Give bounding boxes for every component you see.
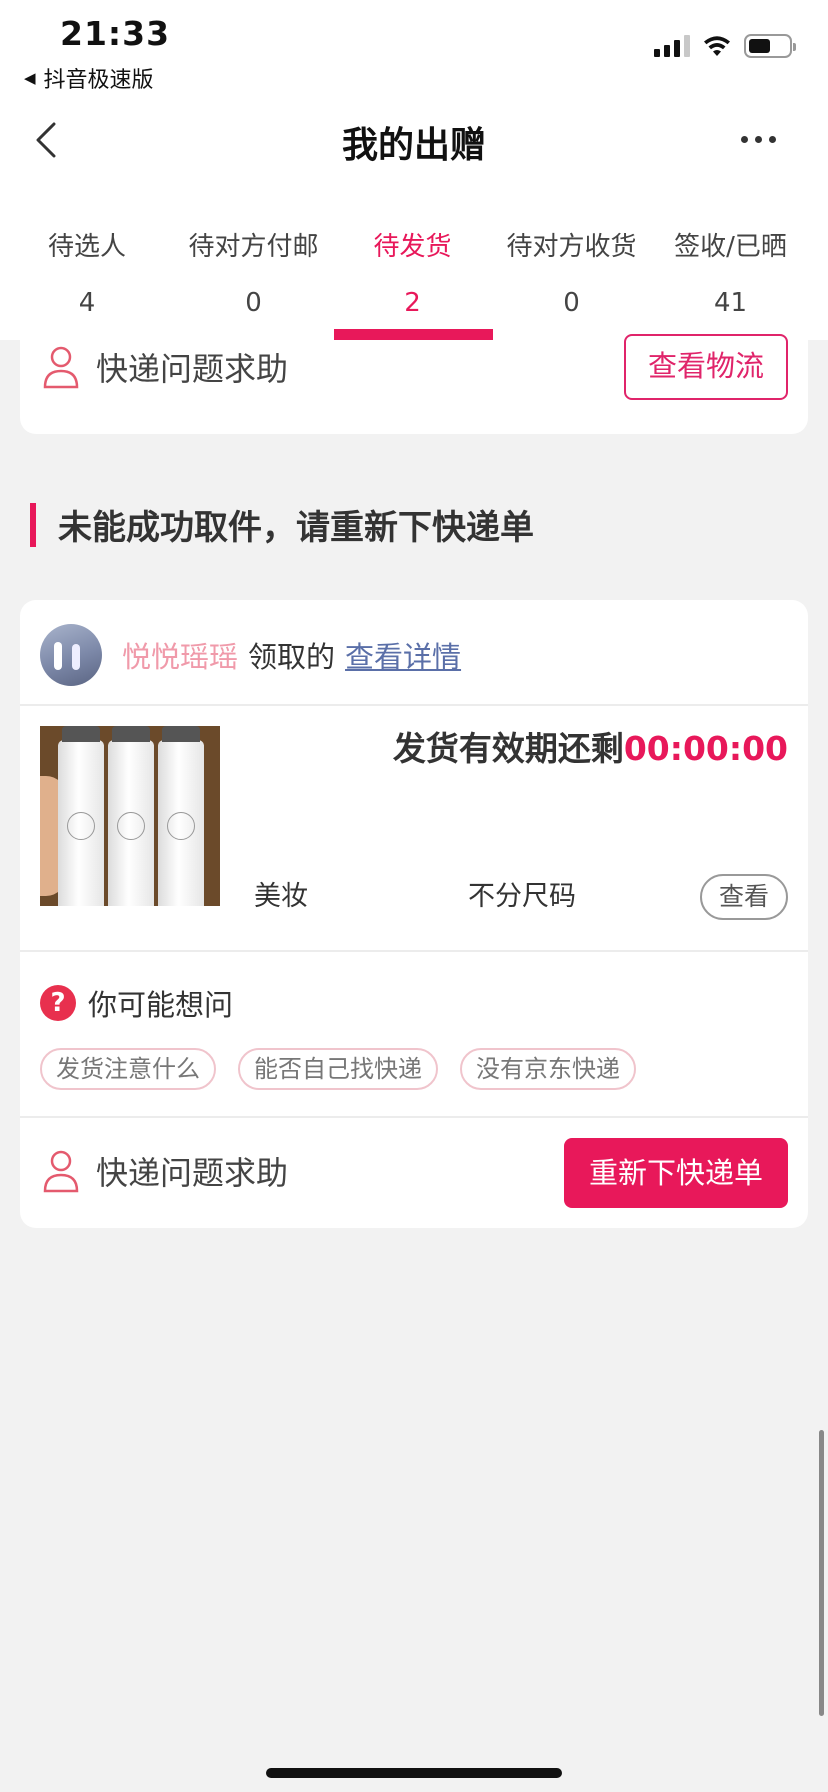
delivery-help-label: 快递问题求助: [96, 1154, 289, 1192]
faq-chips: 发货注意什么 能否自己找快递 没有京东快递: [40, 1048, 636, 1090]
person-icon: [43, 346, 79, 389]
bottle-shape: [58, 726, 104, 906]
tab-label: 待对方付邮: [188, 232, 319, 262]
ship-deadline-label: 发货有效期还剩: [392, 729, 624, 768]
wifi-icon: [704, 36, 730, 56]
tab-label: 待对方收货: [506, 232, 637, 262]
bottle-shape: [108, 726, 154, 906]
tab-pending-shipment[interactable]: 待发货 2: [333, 182, 492, 340]
back-to-app-link[interactable]: ◀ 抖音极速版: [24, 62, 154, 94]
ship-deadline: 发货有效期还剩00:00:00: [393, 722, 788, 770]
divider: [20, 950, 808, 952]
home-indicator[interactable]: [266, 1768, 562, 1778]
reorder-courier-button[interactable]: 重新下快递单: [564, 1138, 788, 1208]
countdown: 00:00:00: [623, 729, 788, 768]
tab-pending-receipt[interactable]: 待对方收货 0: [492, 182, 651, 340]
more-options-icon[interactable]: [741, 136, 776, 143]
receiver-name[interactable]: 悦悦瑶瑶: [122, 634, 238, 676]
nav-bar: 我的出赠: [0, 100, 828, 182]
page-title: 我的出赠: [341, 125, 486, 166]
receiver-row: 悦悦瑶瑶 领取的 查看详情: [40, 624, 461, 686]
tab-label: 待发货: [373, 232, 452, 262]
back-app-label: 抖音极速版: [43, 68, 154, 93]
order-card: 悦悦瑶瑶 领取的 查看详情 发货有效期还剩00:00:00 美妆 不分尺码 查看…: [20, 600, 808, 1228]
active-tab-indicator: [334, 329, 493, 340]
person-icon: [43, 1150, 79, 1193]
divider: [20, 1116, 808, 1118]
status-tabs: 待选人 4 待对方付邮 0 待发货 2 待对方收货 0 签收/已晒 41: [0, 182, 828, 340]
avatar[interactable]: [40, 624, 102, 686]
receiver-action: 领取的: [248, 640, 336, 674]
delivery-help-row[interactable]: 快递问题求助: [42, 344, 288, 390]
product-category: 美妆: [254, 881, 308, 912]
faq-chip[interactable]: 能否自己找快递: [238, 1048, 438, 1090]
faq-chip[interactable]: 没有京东快递: [460, 1048, 636, 1090]
tab-signed[interactable]: 签收/已晒 41: [651, 182, 810, 340]
battery-icon: [744, 34, 796, 58]
view-detail-link[interactable]: 查看详情: [345, 634, 461, 676]
bottle-shape: [158, 726, 204, 906]
back-triangle-icon: ◀: [24, 69, 36, 87]
faq-title-text: 你可能想问: [88, 988, 234, 1022]
tab-label: 签收/已晒: [674, 232, 787, 262]
status-time: 21:33: [60, 14, 171, 53]
delivery-help-label: 快递问题求助: [96, 350, 289, 388]
section-heading: 未能成功取件，请重新下快递单: [30, 500, 534, 549]
tab-pending-postage[interactable]: 待对方付邮 0: [174, 182, 333, 340]
product-image[interactable]: [40, 726, 220, 906]
product-size: 不分尺码: [468, 881, 576, 912]
tab-pending-select[interactable]: 待选人 4: [0, 182, 174, 340]
status-icons: [654, 34, 796, 58]
previous-order-card: 快递问题求助 查看物流: [20, 334, 808, 434]
tab-label: 待选人: [47, 232, 126, 262]
view-logistics-button[interactable]: 查看物流: [624, 334, 788, 400]
section-accent-bar: [30, 502, 36, 547]
tab-count: 2: [404, 288, 421, 318]
faq-chip[interactable]: 发货注意什么: [40, 1048, 216, 1090]
view-product-button[interactable]: 查看: [700, 874, 788, 920]
tab-count: 0: [563, 288, 580, 318]
scrollbar[interactable]: [819, 1430, 824, 1716]
tab-count: 4: [78, 288, 96, 318]
divider: [20, 704, 808, 706]
delivery-help-row[interactable]: 快递问题求助: [42, 1148, 288, 1194]
faq-title: ? 你可能想问: [40, 982, 233, 1024]
question-icon: ?: [40, 985, 76, 1021]
tab-count: 0: [245, 288, 262, 318]
tab-count: 41: [713, 288, 748, 318]
status-bar: 21:33 ◀ 抖音极速版: [0, 0, 828, 100]
signal-icon: [654, 35, 690, 57]
section-heading-text: 未能成功取件，请重新下快递单: [58, 508, 534, 548]
